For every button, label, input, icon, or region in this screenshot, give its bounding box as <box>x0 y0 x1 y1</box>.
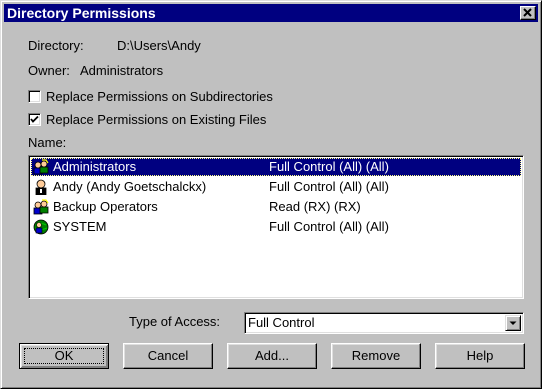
title-bar[interactable]: Directory Permissions <box>4 4 538 22</box>
type-of-access-select[interactable]: Full Control <box>244 312 524 334</box>
close-icon <box>523 8 532 17</box>
entry-name: SYSTEM <box>53 219 107 234</box>
replace-existing-files-checkbox[interactable] <box>28 113 41 126</box>
group-icon <box>33 159 49 175</box>
window-title: Directory Permissions <box>7 5 156 21</box>
directory-value: D:\Users\Andy <box>117 38 201 53</box>
remove-button[interactable]: Remove <box>331 343 421 369</box>
user-icon <box>35 179 47 195</box>
entry-permission: Full Control (All) (All) <box>269 179 389 194</box>
group-icon <box>33 199 49 215</box>
chevron-down-icon <box>509 321 517 325</box>
replace-existing-files-label[interactable]: Replace Permissions on Existing Files <box>46 112 266 128</box>
entry-permission: Full Control (All) (All) <box>269 159 389 174</box>
directory-label: Directory: <box>28 38 84 53</box>
ok-button[interactable]: OK <box>19 343 109 369</box>
type-of-access-value: Full Control <box>248 315 315 330</box>
entry-permission: Full Control (All) (All) <box>269 219 389 234</box>
type-of-access-label: Type of Access: <box>129 314 221 329</box>
cancel-button-label: Cancel <box>147 348 189 363</box>
replace-subdirectories-checkbox[interactable] <box>28 90 41 103</box>
replace-subdirectories-label[interactable]: Replace Permissions on Subdirectories <box>46 89 273 105</box>
cancel-button[interactable]: Cancel <box>123 343 213 369</box>
close-button[interactable] <box>520 6 536 20</box>
list-item-system[interactable]: SYSTEM Full Control (All) (All) <box>31 218 521 236</box>
add-button-label: Add... <box>255 348 289 363</box>
remove-button-label: Remove <box>351 348 401 363</box>
owner-label: Owner: <box>28 63 70 78</box>
list-item-administrators[interactable]: Administrators Full Control (All) (All) <box>31 158 521 176</box>
permissions-list[interactable]: Administrators Full Control (All) (All) … <box>28 155 524 299</box>
system-group-icon <box>33 219 49 235</box>
list-item-andy[interactable]: Andy (Andy Goetschalckx) Full Control (A… <box>31 178 521 196</box>
dropdown-button[interactable] <box>505 315 521 331</box>
entry-name: Andy (Andy Goetschalckx) <box>53 179 207 194</box>
entry-name: Backup Operators <box>53 199 158 214</box>
entry-name: Administrators <box>53 159 137 174</box>
add-button[interactable]: Add... <box>227 343 317 369</box>
focus-rectangle <box>24 348 104 364</box>
directory-permissions-dialog: Directory Permissions Directory: D:\User… <box>0 0 542 389</box>
help-button[interactable]: Help <box>435 343 525 369</box>
help-button-label: Help <box>466 348 494 363</box>
name-label: Name: <box>28 135 67 150</box>
checkmark-icon <box>30 115 39 123</box>
owner-value: Administrators <box>80 63 164 78</box>
list-item-backup-operators[interactable]: Backup Operators Read (RX) (RX) <box>31 198 521 216</box>
entry-permission: Read (RX) (RX) <box>269 199 361 214</box>
